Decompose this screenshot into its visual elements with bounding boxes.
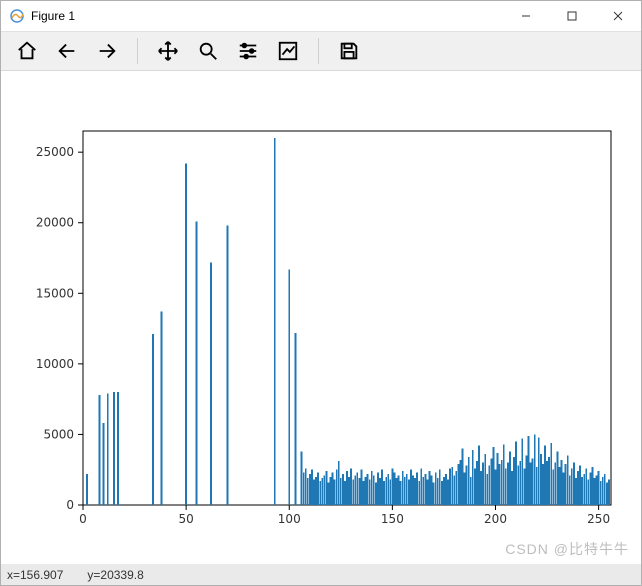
svg-text:25000: 25000	[36, 145, 74, 159]
plot-svg: 0 50 100 150 200 250 0 5000 10000 15000 20000 25000	[1, 71, 641, 561]
figure-canvas[interactable]: 0 50 100 150 200 250 0 5000 10000 15000 20000 25000	[1, 71, 641, 564]
close-button[interactable]	[595, 1, 641, 31]
svg-text:0: 0	[79, 512, 87, 526]
sliders-icon	[237, 40, 259, 62]
status-y: y=20339.8	[87, 568, 143, 582]
maximize-button[interactable]	[549, 1, 595, 31]
figure-window: Figure 1	[0, 0, 642, 586]
save-icon	[338, 40, 360, 62]
svg-text:15000: 15000	[36, 286, 74, 300]
svg-text:0: 0	[66, 498, 74, 512]
arrow-right-icon	[96, 40, 118, 62]
pan-button[interactable]	[150, 33, 186, 69]
home-button[interactable]	[9, 33, 45, 69]
status-bar: x=156.907 y=20339.8	[1, 564, 641, 585]
toolbar	[1, 32, 641, 71]
svg-text:10000: 10000	[36, 357, 74, 371]
arrow-left-icon	[56, 40, 78, 62]
configure-subplots-button[interactable]	[230, 33, 266, 69]
save-button[interactable]	[331, 33, 367, 69]
svg-text:5000: 5000	[43, 427, 74, 441]
app-icon	[9, 8, 25, 24]
back-button[interactable]	[49, 33, 85, 69]
edit-axis-button[interactable]	[270, 33, 306, 69]
svg-text:100: 100	[278, 512, 301, 526]
toolbar-separator	[318, 38, 319, 64]
forward-button[interactable]	[89, 33, 125, 69]
status-x: x=156.907	[7, 568, 63, 582]
svg-text:250: 250	[587, 512, 610, 526]
zoom-icon	[197, 40, 219, 62]
chart-line-icon	[277, 40, 299, 62]
home-icon	[16, 40, 38, 62]
move-icon	[157, 40, 179, 62]
zoom-button[interactable]	[190, 33, 226, 69]
minimize-button[interactable]	[503, 1, 549, 31]
toolbar-separator	[137, 38, 138, 64]
titlebar: Figure 1	[1, 1, 641, 32]
svg-text:50: 50	[178, 512, 193, 526]
svg-text:150: 150	[381, 512, 404, 526]
svg-text:20000: 20000	[36, 216, 74, 230]
svg-text:200: 200	[484, 512, 507, 526]
window-title: Figure 1	[31, 9, 75, 23]
